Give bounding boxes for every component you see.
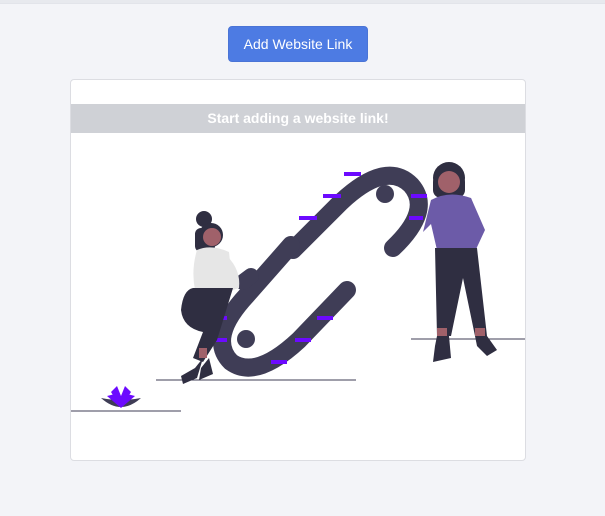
website-link-illustration [71,162,525,412]
empty-state-message: Start adding a website link! [71,104,525,133]
empty-state-card: Start adding a website link! [70,79,526,461]
add-website-link-button[interactable]: Add Website Link [228,26,368,62]
chain-hole-upper [376,185,394,203]
flower-icon [101,386,141,408]
woman-standing-figure [423,162,497,362]
chain-hole-lower [237,330,255,348]
chain-bar [235,268,259,290]
top-divider [0,0,605,4]
